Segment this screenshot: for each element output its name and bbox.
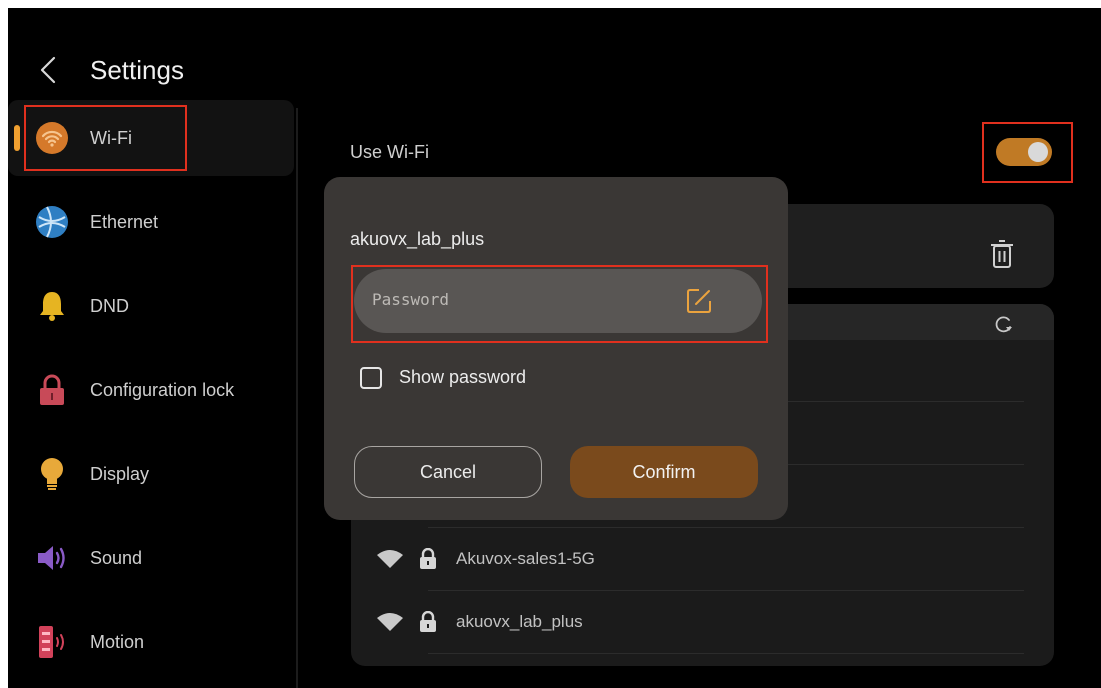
edit-icon[interactable]	[684, 286, 714, 316]
password-input[interactable]: Password	[354, 269, 762, 333]
sidebar-item-label: Sound	[90, 547, 143, 568]
sidebar-item-label: Motion	[90, 631, 145, 652]
network-name: akuovx_lab_plus	[456, 612, 583, 631]
show-password-checkbox[interactable]	[360, 367, 382, 389]
sidebar-item-dnd[interactable]: DND	[8, 268, 294, 344]
password-dialog: akuovx_lab_plus Password Show password C…	[324, 177, 788, 520]
wifi-icon	[34, 120, 70, 156]
password-placeholder: Password	[372, 290, 450, 309]
toggle-knob	[1028, 142, 1048, 162]
confirm-button[interactable]: Confirm	[570, 446, 758, 498]
list-item[interactable]: Akuvox-sales1-5G	[376, 544, 595, 574]
wifi-toggle[interactable]	[996, 138, 1052, 166]
list-divider	[428, 527, 1024, 528]
lock-icon	[420, 548, 436, 569]
sidebar-item-label: Display	[90, 463, 150, 484]
lock-icon	[420, 611, 436, 632]
list-item[interactable]: akuovx_lab_plus	[376, 607, 583, 637]
sidebar-item-motion[interactable]: Motion	[8, 604, 294, 680]
sidebar-item-sound[interactable]: Sound	[8, 520, 294, 596]
bulb-icon	[34, 456, 70, 492]
settings-screen: Settings Wi-Fi Ethernet DND Configuratio…	[8, 8, 1101, 688]
list-divider	[428, 653, 1024, 654]
wifi-signal-icon	[377, 550, 403, 568]
speaker-icon	[34, 540, 70, 576]
wifi-signal-icon	[377, 613, 403, 631]
sidebar-item-label: Ethernet	[90, 211, 159, 232]
lock-icon	[34, 372, 70, 408]
bell-icon	[34, 288, 70, 324]
show-password-label: Show password	[399, 367, 527, 387]
sidebar-item-label: DND	[90, 295, 129, 316]
list-divider	[428, 590, 1024, 591]
page-title: Settings	[90, 55, 184, 85]
dialog-title: akuovx_lab_plus	[350, 229, 485, 249]
sidebar-item-ethernet[interactable]: Ethernet	[8, 184, 294, 260]
network-name: Akuvox-sales1-5G	[456, 549, 595, 568]
sidebar-item-label: Wi-Fi	[90, 127, 132, 148]
sidebar-divider	[296, 108, 298, 688]
trash-icon[interactable]	[988, 238, 1016, 270]
sidebar-item-wifi[interactable]: Wi-Fi	[8, 100, 294, 176]
active-indicator	[14, 125, 20, 151]
back-arrow-icon[interactable]	[36, 52, 62, 88]
refresh-icon[interactable]	[992, 314, 1014, 336]
motion-sensor-icon	[34, 624, 70, 660]
sidebar-item-configuration-lock[interactable]: Configuration lock	[8, 352, 294, 428]
globe-icon	[34, 204, 70, 240]
use-wifi-label: Use Wi-Fi	[350, 142, 429, 162]
sidebar-item-display[interactable]: Display	[8, 436, 294, 512]
sidebar-item-label: Configuration lock	[90, 379, 235, 400]
cancel-button[interactable]: Cancel	[354, 446, 542, 498]
